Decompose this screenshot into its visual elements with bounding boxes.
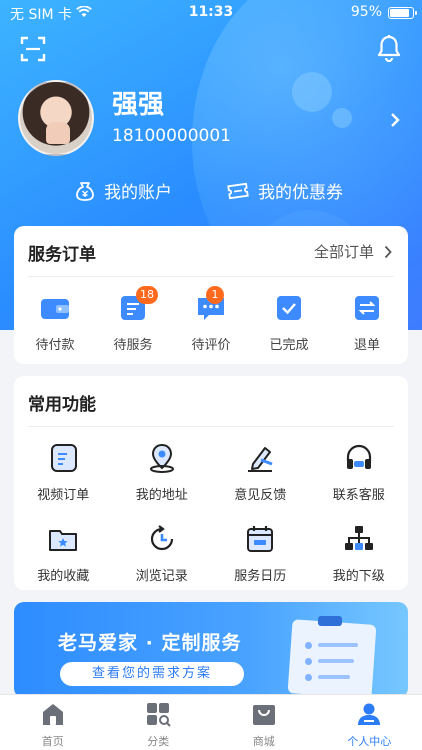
order-pending-review[interactable]: 1 待评价 — [176, 286, 246, 353]
orders-title: 服务订单 — [28, 245, 96, 265]
func-favorites[interactable]: 我的收藏 — [14, 523, 113, 584]
func-label: 我的地址 — [135, 488, 188, 503]
scan-icon[interactable] — [20, 36, 46, 62]
func-service-calendar[interactable]: 服务日历 — [211, 523, 310, 584]
order-refund[interactable]: 退单 — [332, 294, 402, 353]
user-phone: 18100000001 — [112, 126, 231, 146]
view-plan-button[interactable]: 查看您的需求方案 — [60, 662, 244, 686]
tab-label: 首页 — [41, 735, 64, 748]
my-coupons-link[interactable]: 我的优惠券 — [226, 178, 343, 203]
func-label: 联系客服 — [332, 488, 385, 503]
all-orders-link[interactable]: 全部订单 — [314, 241, 392, 262]
location-icon — [149, 443, 174, 473]
edit-icon — [248, 447, 273, 472]
profile-icon — [358, 703, 381, 725]
func-my-address[interactable]: 我的地址 — [113, 442, 212, 503]
chevron-right-icon — [384, 245, 392, 258]
tab-profile[interactable]: 个人中心 — [317, 695, 422, 750]
user-name: 强强 — [112, 90, 165, 120]
all-orders-label: 全部订单 — [313, 243, 374, 261]
coupon-icon — [227, 182, 249, 199]
func-label: 意见反馈 — [234, 488, 287, 503]
functions-title: 常用功能 — [28, 395, 96, 415]
bell-icon[interactable] — [376, 34, 402, 62]
status-bar: 无 SIM 卡 11:33 95% — [0, 0, 422, 24]
order-label: 已完成 — [269, 338, 309, 353]
func-label: 浏览记录 — [135, 569, 188, 584]
my-coupons-label: 我的优惠券 — [258, 183, 343, 203]
func-label: 服务日历 — [234, 569, 287, 584]
banner-title: 老马爱家 · 定制服务 — [58, 632, 242, 654]
order-pending-service[interactable]: 18 待服务 — [98, 286, 168, 353]
func-label: 我的收藏 — [37, 569, 90, 584]
tab-home[interactable]: 首页 — [0, 695, 106, 750]
home-icon — [42, 704, 63, 725]
func-history[interactable]: 浏览记录 — [113, 523, 212, 584]
pending-review-badge: 1 — [206, 286, 224, 304]
divider — [28, 276, 394, 277]
custom-service-banner[interactable]: 老马爱家 · 定制服务 查看您的需求方案 — [14, 602, 408, 698]
func-video-orders[interactable]: 视频订单 — [14, 442, 113, 503]
video-order-icon — [51, 444, 78, 472]
my-account-link[interactable]: 我的账户 — [74, 178, 172, 203]
order-pending-payment[interactable]: 待付款 — [20, 294, 90, 353]
folder-star-icon — [49, 530, 78, 551]
money-bag-icon — [76, 181, 94, 201]
category-icon — [147, 703, 171, 727]
func-customer-service[interactable]: 联系客服 — [310, 442, 409, 503]
common-functions-card: 常用功能 视频订单 我的地址 意见反馈 联系客服 我的收藏 浏览记录 服务日历 … — [14, 376, 408, 590]
refund-icon — [355, 296, 379, 320]
calendar-icon — [247, 526, 274, 552]
tab-category[interactable]: 分类 — [106, 695, 212, 750]
check-icon — [277, 296, 301, 320]
avatar[interactable] — [18, 80, 94, 156]
order-label: 待服务 — [113, 338, 153, 353]
func-subordinates[interactable]: 我的下级 — [310, 523, 409, 584]
tab-label: 分类 — [147, 735, 170, 748]
my-account-label: 我的账户 — [104, 183, 172, 203]
order-completed[interactable]: 已完成 — [254, 294, 324, 353]
order-label: 待付款 — [35, 338, 75, 353]
func-label: 视频订单 — [37, 488, 90, 503]
shop-icon — [252, 705, 275, 725]
wallet-icon — [41, 299, 69, 319]
divider — [28, 426, 394, 427]
func-feedback[interactable]: 意见反馈 — [211, 442, 310, 503]
headset-icon — [346, 444, 371, 469]
battery-icon — [388, 7, 417, 19]
battery-percent: 95% — [350, 4, 382, 20]
tab-label: 商城 — [252, 735, 275, 748]
history-icon — [150, 525, 173, 551]
org-icon — [344, 526, 373, 550]
pending-service-badge: 18 — [136, 286, 158, 304]
order-label: 退单 — [353, 338, 380, 353]
func-label: 我的下级 — [332, 569, 385, 584]
order-label: 待评价 — [191, 338, 231, 353]
bottom-tab-bar: 首页 分类 商城 个人中心 — [0, 694, 422, 750]
service-orders-card: 服务订单 全部订单 待付款 18 待服务 1 待评价 已完成 退单 — [14, 226, 408, 364]
tab-shop[interactable]: 商城 — [211, 695, 317, 750]
chevron-right-icon[interactable] — [390, 112, 400, 128]
tab-label: 个人中心 — [347, 735, 392, 748]
